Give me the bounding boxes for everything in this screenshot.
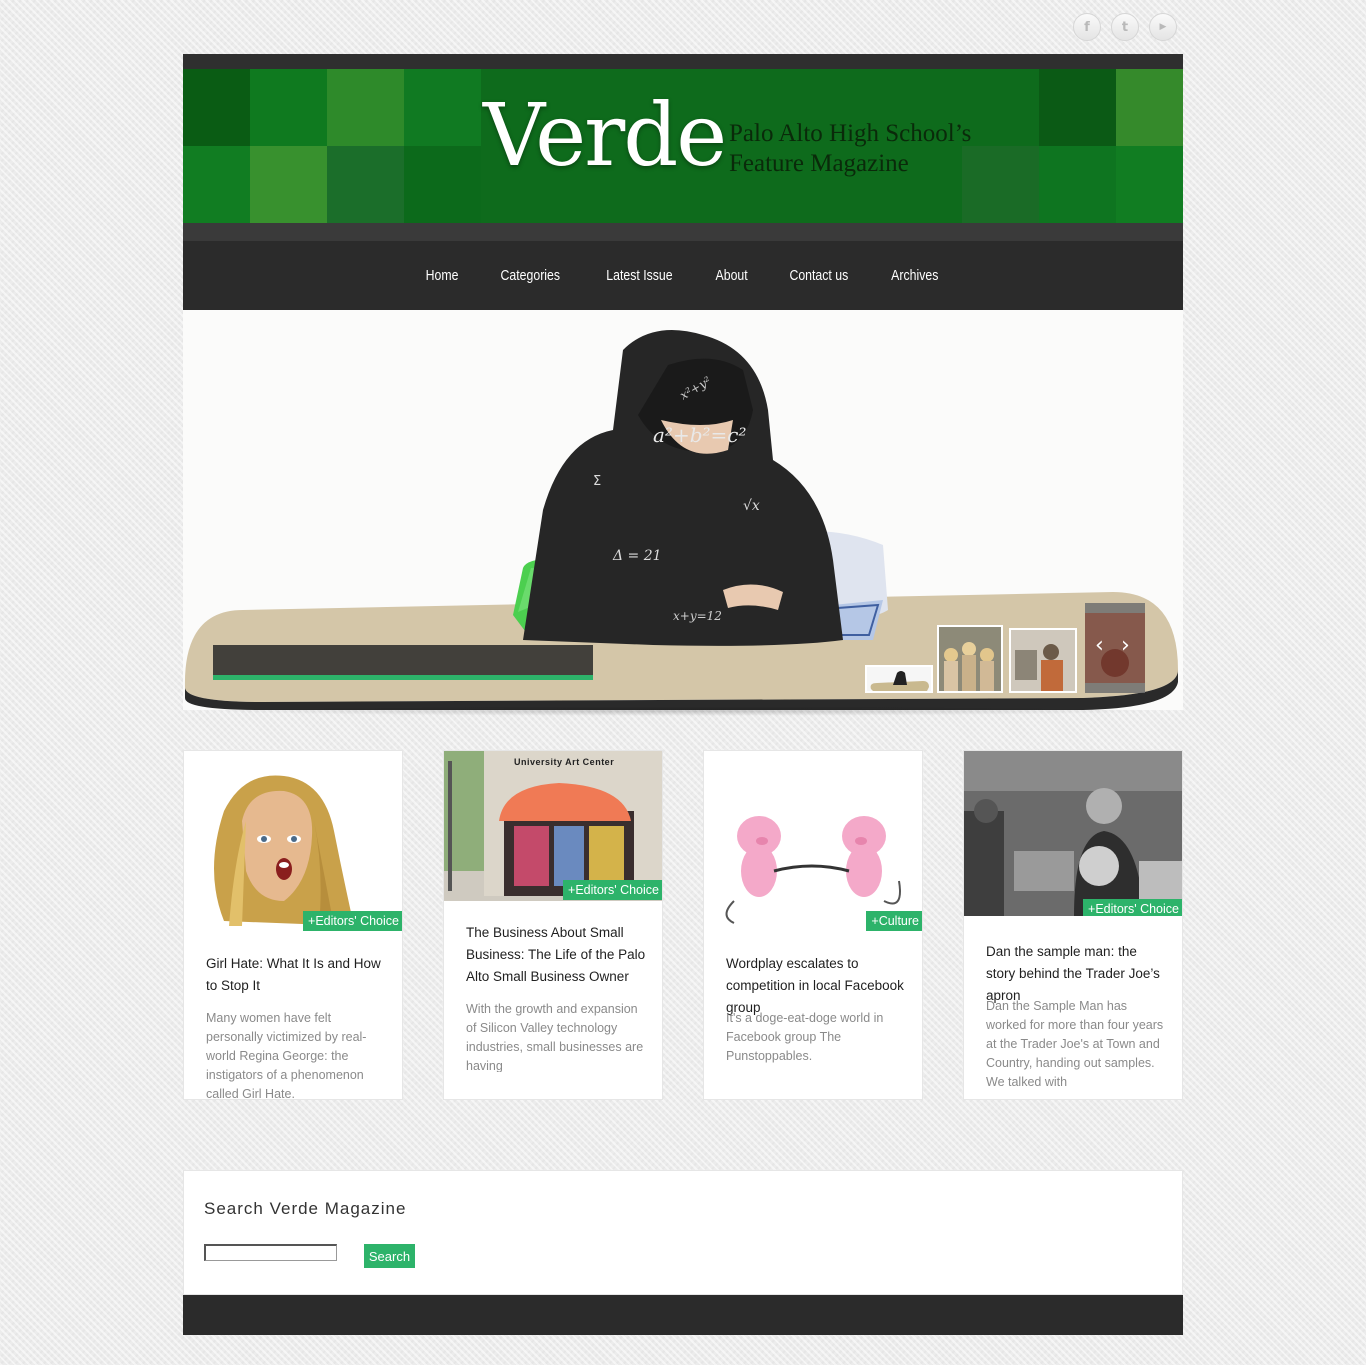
thumb-image <box>939 627 1001 691</box>
article-excerpt: Many women have felt personally victimiz… <box>206 1011 367 1099</box>
tagline-line-1: Palo Alto High School’s <box>729 120 972 147</box>
header-sub-bar <box>183 223 1183 241</box>
banner-tile <box>1116 146 1183 223</box>
thumb-image <box>870 671 929 691</box>
nav-latest-issue[interactable]: Latest Issue <box>606 267 672 284</box>
social-links: f t ▶ <box>1073 13 1177 41</box>
banner-tile <box>404 146 481 223</box>
svg-text:x+y=12: x+y=12 <box>673 609 722 623</box>
slide-thumb-1[interactable] <box>865 665 933 693</box>
chevron-right-icon[interactable]: › <box>1121 633 1130 658</box>
article-thumbnail[interactable]: +Culture <box>704 751 922 931</box>
main-nav: Home Categories Latest Issue About Conta… <box>183 241 1183 310</box>
article-excerpt: With the growth and expansion of Silicon… <box>466 1002 644 1072</box>
banner-tile <box>962 146 1039 223</box>
girl-portrait-image <box>184 751 402 931</box>
tagline-line-2: Feature Magazine <box>729 150 909 177</box>
article-thumbnail[interactable]: +Editors' Choice <box>964 751 1182 916</box>
banner-tile <box>250 69 327 146</box>
slide-thumb-2[interactable] <box>937 625 1003 693</box>
banner-tile <box>250 146 327 223</box>
nav-about[interactable]: About <box>715 267 747 284</box>
category-badge[interactable]: +Editors' Choice <box>1083 899 1182 916</box>
banner-tile <box>1116 69 1183 146</box>
search-button[interactable]: Search <box>364 1244 415 1268</box>
header-top-bar <box>183 54 1183 69</box>
nav-contact-us[interactable]: Contact us <box>789 267 848 284</box>
search-input[interactable] <box>204 1244 337 1261</box>
slide-thumb-3[interactable] <box>1009 628 1077 693</box>
footer-bar <box>183 1295 1183 1335</box>
article-card[interactable]: +Editors' Choice Dan the sample man: the… <box>963 750 1183 1100</box>
banner-tile <box>327 69 404 146</box>
chevron-left-icon[interactable]: ‹ <box>1095 633 1104 658</box>
article-thumbnail[interactable]: +Editors' Choice <box>184 751 402 931</box>
banner-tile <box>404 69 481 146</box>
nav-categories[interactable]: Categories <box>501 267 560 284</box>
banner-tile <box>183 146 260 223</box>
thumb-image <box>1085 613 1145 683</box>
slide-progress-bar <box>213 675 593 680</box>
article-card[interactable]: University Art Center +Editors' Choice T… <box>443 750 663 1100</box>
banner-tile <box>183 69 260 146</box>
facebook-icon[interactable]: f <box>1073 13 1101 41</box>
article-card[interactable]: +Culture Wordplay escalates to competiti… <box>703 750 923 1100</box>
slide-caption-box[interactable] <box>213 645 593 675</box>
thumb-image <box>1011 630 1075 691</box>
store-sign: University Art Center <box>514 757 615 767</box>
category-badge[interactable]: +Culture <box>866 911 922 931</box>
featured-slider[interactable]: a²+b²=c² Σ Δ = 21 √x x²+y² x+y=12 ‹ › <box>183 310 1183 710</box>
article-excerpt: Dan the Sample Man has worked for more t… <box>986 999 1164 1087</box>
pigs-illustration-image <box>704 751 922 931</box>
svg-text:a²+b²=c²: a²+b²=c² <box>653 423 747 447</box>
search-widget: Search Verde Magazine Search <box>183 1170 1183 1295</box>
nav-home[interactable]: Home <box>426 267 459 284</box>
article-card[interactable]: +Editors' Choice Girl Hate: What It Is a… <box>183 750 403 1100</box>
twitter-icon[interactable]: t <box>1111 13 1139 41</box>
banner-tile <box>1039 69 1116 146</box>
svg-text:Σ: Σ <box>593 474 601 489</box>
slider-shadow <box>200 706 1166 716</box>
category-badge[interactable]: +Editors' Choice <box>303 911 402 931</box>
article-thumbnail[interactable]: University Art Center +Editors' Choice <box>444 751 662 901</box>
header-banner[interactable]: Verde Palo Alto High School’s Feature Ma… <box>183 69 1183 223</box>
article-title[interactable]: Girl Hate: What It Is and How to Stop It <box>206 953 386 997</box>
slide-thumb-nav: ‹ › <box>1085 603 1145 693</box>
banner-tile <box>327 146 404 223</box>
search-title: Search Verde Magazine <box>204 1199 407 1218</box>
sample-man-photo-image <box>964 751 1182 916</box>
site-tagline: Palo Alto High School’s Feature Magazine <box>729 119 971 179</box>
svg-text:√x: √x <box>743 498 760 514</box>
nav-archives[interactable]: Archives <box>892 267 939 284</box>
storefront-image <box>444 751 662 901</box>
site-logo[interactable]: Verde <box>483 93 727 179</box>
article-title[interactable]: The Business About Small Business: The L… <box>466 922 646 988</box>
category-badge[interactable]: +Editors' Choice <box>563 880 662 900</box>
youtube-icon[interactable]: ▶ <box>1149 13 1177 41</box>
article-excerpt: It's a doge-eat-doge world in Facebook g… <box>726 1011 884 1063</box>
banner-tile <box>1039 146 1116 223</box>
svg-text:Δ = 21: Δ = 21 <box>612 548 662 564</box>
